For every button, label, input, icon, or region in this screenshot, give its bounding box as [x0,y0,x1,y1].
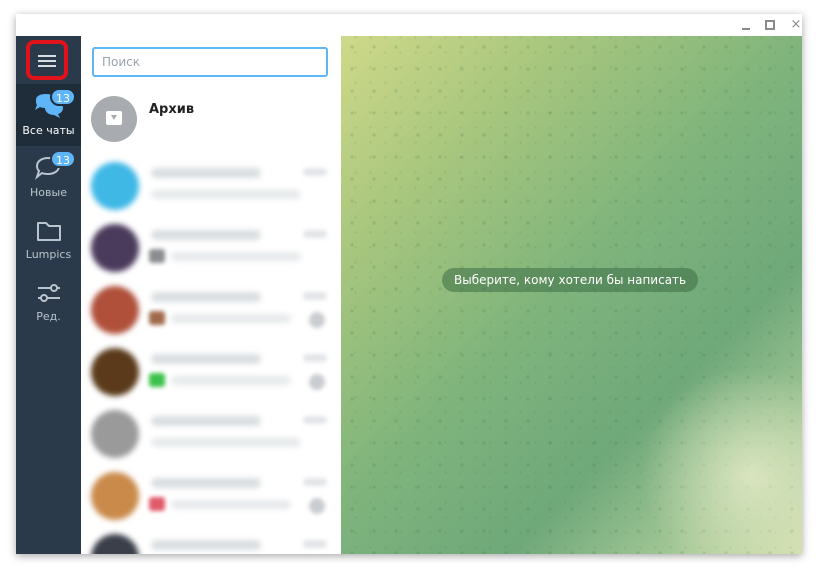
folder-new[interactable]: 13 Новые [16,146,81,208]
blurred-time [303,168,327,176]
chat-list-item[interactable] [81,278,341,340]
blurred-chat-preview [171,314,291,323]
chat-list-panel: Архив [81,36,341,554]
chat-list-item[interactable] [81,216,341,278]
blurred-chat-name [151,540,261,550]
unread-badge: 13 [50,88,76,106]
folder-label: Lumpics [25,248,72,261]
archive-title: Архив [149,102,195,117]
blurred-chat-name [151,292,261,302]
blurred-chat-name [151,416,261,426]
blurred-thumbnail [149,311,165,325]
select-chat-hint: Выберите, кому хотели бы написать [442,268,699,292]
blurred-time [303,354,327,362]
folder-edit[interactable]: Ред. [16,270,81,332]
blurred-time [303,416,327,424]
folder-lumpics[interactable]: Lumpics [16,208,81,270]
blurred-chat-name [151,230,261,240]
folder-icon [37,222,61,241]
close-button[interactable]: × [788,17,802,33]
blurred-chat-preview [171,376,291,385]
avatar [91,410,139,458]
minimize-button[interactable] [738,17,754,33]
blurred-time [303,478,327,486]
folder-all-chats[interactable]: 13 Все чаты [16,84,81,146]
blurred-time [303,230,327,238]
telegram-window: × 13 Все чаты 13 Новые Lumpics Ред. Поис… [16,14,802,554]
avatar [91,472,139,520]
blurred-chat-name [151,168,261,178]
chat-list-item[interactable] [81,402,341,464]
archive-chat-item[interactable]: Архив [81,88,341,146]
chat-area-background: Выберите, кому хотели бы написать [341,36,802,554]
search-input[interactable] [92,47,328,77]
avatar [91,224,139,272]
avatar [91,348,139,396]
avatar [91,162,139,210]
blurred-time [303,292,327,300]
folder-label: Ред. [36,310,61,323]
avatar [91,286,139,334]
blurred-chat-preview [171,252,301,261]
blurred-time [303,540,327,548]
blurred-chat-preview [151,438,301,447]
maximize-button[interactable] [762,17,778,33]
main-menu-button[interactable] [26,40,68,80]
blurred-chat-preview [171,500,291,509]
blurred-status-icon [309,374,325,390]
avatar [91,534,139,554]
folders-sidebar: 13 Все чаты 13 Новые Lumpics Ред. [16,36,81,554]
archive-icon [91,96,137,142]
folder-label: Новые [30,186,67,199]
chat-list-item[interactable] [81,464,341,526]
blurred-status-icon [309,312,325,328]
blurred-chat-name [151,354,261,364]
blurred-thumbnail [149,373,165,387]
sliders-icon [38,284,60,302]
unread-badge: 13 [50,150,76,168]
folder-label: Все чаты [22,124,75,137]
blurred-chat-name [151,478,261,488]
chat-list-item[interactable] [81,340,341,402]
chat-list-item[interactable] [81,154,341,216]
blurred-thumbnail [149,249,165,263]
blurred-status-icon [309,498,325,514]
title-bar: × [16,14,802,36]
chat-list-item[interactable] [81,526,341,554]
blurred-thumbnail [149,497,165,511]
blurred-chat-preview [151,190,301,199]
